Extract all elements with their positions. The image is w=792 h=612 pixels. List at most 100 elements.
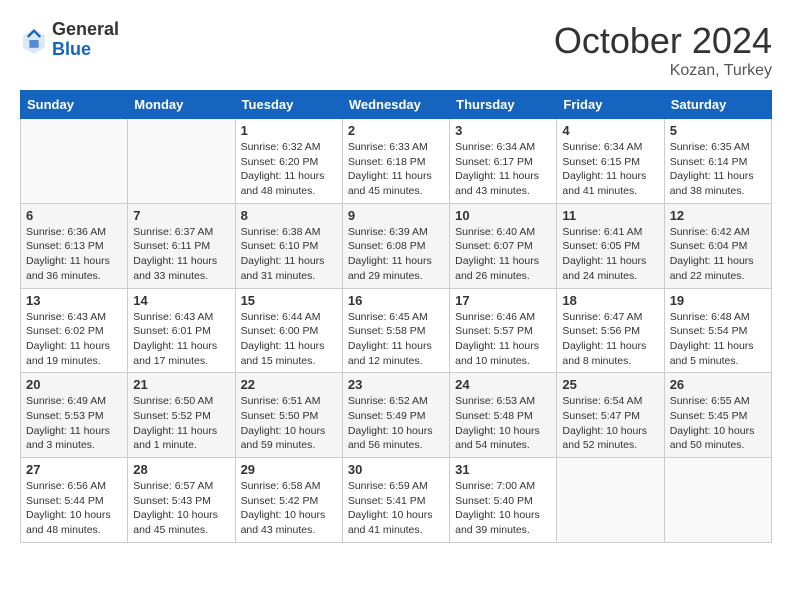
day-number: 1	[241, 123, 337, 138]
day-number: 13	[26, 293, 122, 308]
calendar-cell: 28 Sunrise: 6:57 AM Sunset: 5:43 PM Dayli…	[128, 458, 235, 543]
calendar-cell: 30Sunrise: 6:59 AM Sunset: 5:41 PM Dayli…	[342, 458, 449, 543]
day-number: 15	[241, 293, 337, 308]
month-title: October 2024	[554, 20, 772, 62]
calendar-cell: 24 Sunrise: 6:53 AM Sunset: 5:48 PM Dayli…	[450, 373, 557, 458]
title-block: October 2024 Kozan, Turkey	[554, 20, 772, 80]
calendar-cell	[21, 119, 128, 204]
day-number: 12	[670, 208, 766, 223]
day-number: 26	[670, 377, 766, 392]
calendar-cell: 31Sunrise: 7:00 AM Sunset: 5:40 PM Dayli…	[450, 458, 557, 543]
day-number: 5	[670, 123, 766, 138]
day-detail: Sunrise: 6:38 AM Sunset: 6:10 PM Dayligh…	[241, 225, 337, 284]
location: Kozan, Turkey	[554, 62, 772, 80]
day-number: 25	[562, 377, 658, 392]
day-detail: Sunrise: 6:32 AM Sunset: 6:20 PM Dayligh…	[241, 140, 337, 199]
calendar-cell: 1 Sunrise: 6:32 AM Sunset: 6:20 PM Daylig…	[235, 119, 342, 204]
day-number: 20	[26, 377, 122, 392]
day-detail: Sunrise: 6:50 AM Sunset: 5:52 PM Dayligh…	[133, 394, 229, 453]
day-detail: Sunrise: 6:54 AM Sunset: 5:47 PM Dayligh…	[562, 394, 658, 453]
day-detail: Sunrise: 6:53 AM Sunset: 5:48 PM Dayligh…	[455, 394, 551, 453]
day-number: 2	[348, 123, 444, 138]
column-header-friday: Friday	[557, 91, 664, 119]
header-row: SundayMondayTuesdayWednesdayThursdayFrid…	[21, 91, 772, 119]
day-detail: Sunrise: 6:58 AM Sunset: 5:42 PM Dayligh…	[241, 479, 337, 538]
day-detail: Sunrise: 6:44 AM Sunset: 6:00 PM Dayligh…	[241, 310, 337, 369]
day-detail: Sunrise: 6:33 AM Sunset: 6:18 PM Dayligh…	[348, 140, 444, 199]
calendar-cell: 16 Sunrise: 6:45 AM Sunset: 5:58 PM Dayli…	[342, 288, 449, 373]
day-detail: Sunrise: 6:46 AM Sunset: 5:57 PM Dayligh…	[455, 310, 551, 369]
calendar-cell: 19 Sunrise: 6:48 AM Sunset: 5:54 PM Dayli…	[664, 288, 771, 373]
day-detail: Sunrise: 6:43 AM Sunset: 6:01 PM Dayligh…	[133, 310, 229, 369]
logo-icon	[20, 26, 48, 54]
day-detail: Sunrise: 6:37 AM Sunset: 6:11 PM Dayligh…	[133, 225, 229, 284]
day-detail: Sunrise: 6:34 AM Sunset: 6:15 PM Dayligh…	[562, 140, 658, 199]
day-number: 10	[455, 208, 551, 223]
calendar-cell: 2 Sunrise: 6:33 AM Sunset: 6:18 PM Daylig…	[342, 119, 449, 204]
day-number: 27	[26, 462, 122, 477]
calendar-row-2: 13 Sunrise: 6:43 AM Sunset: 6:02 PM Dayli…	[21, 288, 772, 373]
calendar-cell: 14 Sunrise: 6:43 AM Sunset: 6:01 PM Dayli…	[128, 288, 235, 373]
calendar-cell: 13 Sunrise: 6:43 AM Sunset: 6:02 PM Dayli…	[21, 288, 128, 373]
day-detail: Sunrise: 6:49 AM Sunset: 5:53 PM Dayligh…	[26, 394, 122, 453]
calendar-cell: 15 Sunrise: 6:44 AM Sunset: 6:00 PM Dayli…	[235, 288, 342, 373]
day-number: 18	[562, 293, 658, 308]
day-detail: Sunrise: 6:40 AM Sunset: 6:07 PM Dayligh…	[455, 225, 551, 284]
day-number: 6	[26, 208, 122, 223]
day-detail: Sunrise: 6:59 AM Sunset: 5:41 PM Dayligh…	[348, 479, 444, 538]
calendar-row-1: 6 Sunrise: 6:36 AM Sunset: 6:13 PM Daylig…	[21, 203, 772, 288]
day-detail: Sunrise: 6:42 AM Sunset: 6:04 PM Dayligh…	[670, 225, 766, 284]
day-detail: Sunrise: 6:57 AM Sunset: 5:43 PM Dayligh…	[133, 479, 229, 538]
calendar-cell: 23Sunrise: 6:52 AM Sunset: 5:49 PM Dayli…	[342, 373, 449, 458]
day-number: 16	[348, 293, 444, 308]
day-detail: Sunrise: 7:00 AM Sunset: 5:40 PM Dayligh…	[455, 479, 551, 538]
logo: General Blue	[20, 20, 119, 60]
calendar-cell: 27Sunrise: 6:56 AM Sunset: 5:44 PM Dayli…	[21, 458, 128, 543]
calendar-cell: 20 Sunrise: 6:49 AM Sunset: 5:53 PM Dayli…	[21, 373, 128, 458]
day-number: 7	[133, 208, 229, 223]
day-number: 19	[670, 293, 766, 308]
calendar-cell	[557, 458, 664, 543]
page-header: General Blue October 2024 Kozan, Turkey	[20, 20, 772, 80]
day-detail: Sunrise: 6:47 AM Sunset: 5:56 PM Dayligh…	[562, 310, 658, 369]
calendar-cell	[128, 119, 235, 204]
calendar-cell: 25 Sunrise: 6:54 AM Sunset: 5:47 PM Dayli…	[557, 373, 664, 458]
calendar-cell: 29Sunrise: 6:58 AM Sunset: 5:42 PM Dayli…	[235, 458, 342, 543]
calendar-cell: 4 Sunrise: 6:34 AM Sunset: 6:15 PM Daylig…	[557, 119, 664, 204]
day-detail: Sunrise: 6:48 AM Sunset: 5:54 PM Dayligh…	[670, 310, 766, 369]
calendar-cell: 22 Sunrise: 6:51 AM Sunset: 5:50 PM Dayli…	[235, 373, 342, 458]
day-number: 14	[133, 293, 229, 308]
day-detail: Sunrise: 6:36 AM Sunset: 6:13 PM Dayligh…	[26, 225, 122, 284]
calendar-cell: 17 Sunrise: 6:46 AM Sunset: 5:57 PM Dayli…	[450, 288, 557, 373]
day-number: 17	[455, 293, 551, 308]
day-number: 21	[133, 377, 229, 392]
calendar-cell: 26 Sunrise: 6:55 AM Sunset: 5:45 PM Dayli…	[664, 373, 771, 458]
day-detail: Sunrise: 6:34 AM Sunset: 6:17 PM Dayligh…	[455, 140, 551, 199]
day-number: 22	[241, 377, 337, 392]
day-number: 11	[562, 208, 658, 223]
calendar-row-4: 27Sunrise: 6:56 AM Sunset: 5:44 PM Dayli…	[21, 458, 772, 543]
logo-blue-text: Blue	[52, 40, 119, 60]
calendar-cell: 7 Sunrise: 6:37 AM Sunset: 6:11 PM Daylig…	[128, 203, 235, 288]
calendar-cell: 11Sunrise: 6:41 AM Sunset: 6:05 PM Dayli…	[557, 203, 664, 288]
column-header-sunday: Sunday	[21, 91, 128, 119]
day-number: 3	[455, 123, 551, 138]
calendar-table: SundayMondayTuesdayWednesdayThursdayFrid…	[20, 90, 772, 543]
day-detail: Sunrise: 6:55 AM Sunset: 5:45 PM Dayligh…	[670, 394, 766, 453]
calendar-cell: 6 Sunrise: 6:36 AM Sunset: 6:13 PM Daylig…	[21, 203, 128, 288]
calendar-cell: 9Sunrise: 6:39 AM Sunset: 6:08 PM Daylig…	[342, 203, 449, 288]
calendar-cell: 18 Sunrise: 6:47 AM Sunset: 5:56 PM Dayli…	[557, 288, 664, 373]
column-header-thursday: Thursday	[450, 91, 557, 119]
day-detail: Sunrise: 6:43 AM Sunset: 6:02 PM Dayligh…	[26, 310, 122, 369]
calendar-row-3: 20 Sunrise: 6:49 AM Sunset: 5:53 PM Dayli…	[21, 373, 772, 458]
day-number: 4	[562, 123, 658, 138]
day-number: 24	[455, 377, 551, 392]
day-number: 28	[133, 462, 229, 477]
day-number: 23	[348, 377, 444, 392]
day-detail: Sunrise: 6:45 AM Sunset: 5:58 PM Dayligh…	[348, 310, 444, 369]
day-detail: Sunrise: 6:39 AM Sunset: 6:08 PM Dayligh…	[348, 225, 444, 284]
calendar-cell: 21 Sunrise: 6:50 AM Sunset: 5:52 PM Dayli…	[128, 373, 235, 458]
column-header-tuesday: Tuesday	[235, 91, 342, 119]
day-detail: Sunrise: 6:51 AM Sunset: 5:50 PM Dayligh…	[241, 394, 337, 453]
calendar-cell: 8Sunrise: 6:38 AM Sunset: 6:10 PM Daylig…	[235, 203, 342, 288]
